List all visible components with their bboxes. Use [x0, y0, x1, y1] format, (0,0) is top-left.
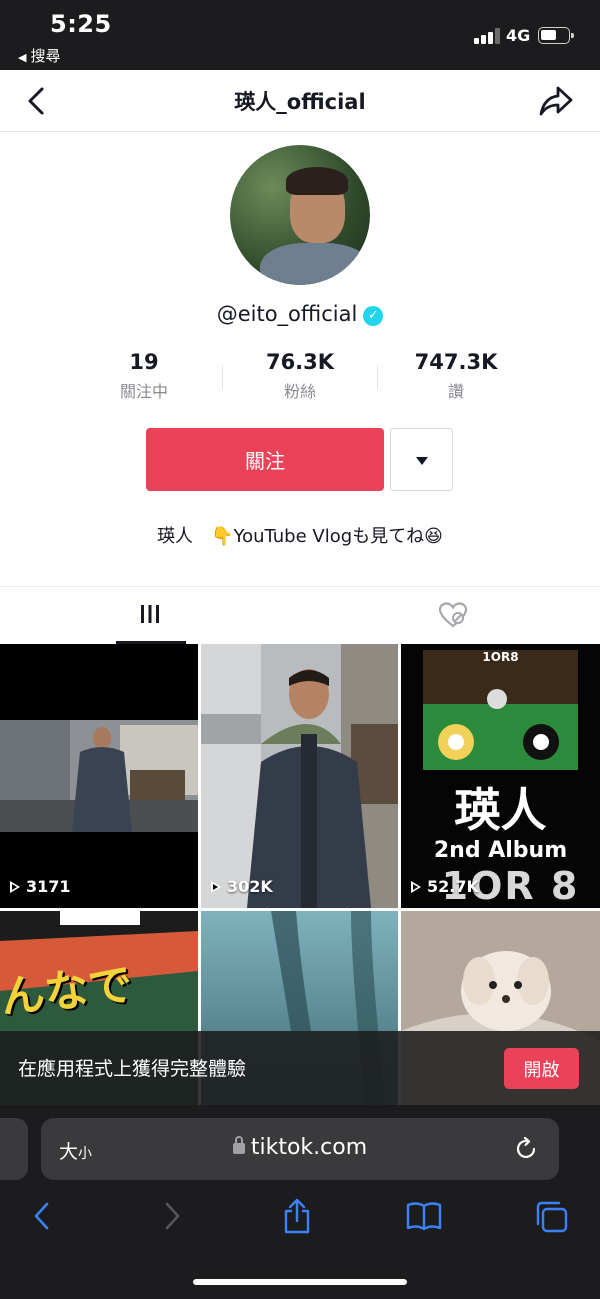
username-row: @eito_official ✓: [0, 302, 600, 326]
back-to-app-link[interactable]: ◀ 搜尋: [18, 45, 60, 66]
back-app-label: 搜尋: [30, 47, 61, 65]
reload-button[interactable]: [513, 1136, 539, 1166]
verified-check-icon: ✓: [363, 306, 384, 326]
stat-value: 747.3K: [414, 350, 498, 374]
lock-icon: [232, 1136, 245, 1154]
hidden-heart-icon: [438, 602, 468, 628]
banner-text: 在應用程式上獲得完整體驗: [18, 1058, 247, 1080]
video-thumbnail[interactable]: 302K: [201, 644, 398, 908]
album-top-text: 1OR8: [482, 650, 519, 664]
stat-value: 19: [129, 350, 159, 374]
stat-divider: [377, 365, 378, 389]
browser-toolbar: 大小 tiktok.com: [0, 1105, 600, 1299]
grid-icon: [141, 605, 159, 623]
network-type: 4G: [506, 26, 531, 45]
view-count: 52.7K: [411, 877, 479, 896]
video-cover-image: [0, 720, 198, 832]
tabs-icon: [536, 1201, 568, 1233]
play-icon: [10, 881, 20, 893]
view-count: 3171: [10, 877, 71, 896]
status-time: 5:25: [50, 10, 112, 38]
bookmarks-button[interactable]: [405, 1200, 443, 1236]
share-button[interactable]: [538, 84, 574, 122]
app-header: 瑛人_official: [0, 70, 600, 132]
book-icon: [406, 1202, 442, 1231]
share-icon: [284, 1198, 310, 1234]
open-in-app-banner: 在應用程式上獲得完整體驗 開啟: [0, 1031, 600, 1105]
stat-value: 76.3K: [265, 350, 335, 374]
avatar[interactable]: [230, 145, 370, 285]
album-artist-text: 瑛人: [454, 783, 547, 837]
tab-videos[interactable]: [0, 587, 300, 645]
share-arrow-icon: [539, 86, 573, 116]
reload-icon: [516, 1136, 536, 1159]
open-app-button[interactable]: 開啟: [504, 1048, 579, 1089]
back-triangle-icon: ◀: [18, 51, 27, 64]
stat-following[interactable]: 19 關注中: [74, 350, 214, 402]
stat-likes[interactable]: 747.3K 讚: [386, 350, 526, 402]
chevron-left-icon: [34, 1202, 49, 1230]
view-count: 302K: [211, 877, 273, 896]
browser-back-button[interactable]: [30, 1200, 54, 1236]
address-bar[interactable]: 大小 tiktok.com: [41, 1118, 559, 1180]
play-icon: [211, 881, 221, 893]
video-thumbnail[interactable]: 1OR8 瑛人 2nd Album 1OR 8 52.7K: [401, 644, 600, 908]
caret-down-icon: [416, 457, 428, 465]
tabs-button[interactable]: [534, 1200, 570, 1238]
suggested-accounts-button[interactable]: [390, 428, 453, 491]
tab-liked[interactable]: [300, 587, 600, 645]
video-thumbnail[interactable]: 3171: [0, 644, 198, 908]
follow-button[interactable]: 關注: [146, 428, 384, 491]
previous-tab-stub[interactable]: [0, 1118, 28, 1180]
stat-followers[interactable]: 76.3K 粉絲: [230, 350, 370, 402]
video-cover-image: [201, 644, 398, 908]
stat-divider: [222, 365, 223, 389]
battery-icon: [538, 27, 574, 44]
share-button[interactable]: [282, 1197, 312, 1239]
status-bar: 5:25 ◀ 搜尋 4G: [0, 0, 600, 70]
url-field[interactable]: tiktok.com: [41, 1135, 559, 1160]
stat-label: 關注中: [119, 382, 168, 401]
play-icon: [411, 881, 421, 893]
home-indicator: [193, 1279, 407, 1285]
stat-label: 讚: [447, 382, 464, 401]
browser-forward-button[interactable]: [160, 1200, 184, 1236]
username: @eito_official: [216, 302, 358, 326]
bio: 瑛人 👇YouTube Vlogも見てね😆: [157, 526, 443, 547]
album-subtitle-text: 2nd Album: [433, 838, 568, 863]
url-text: tiktok.com: [250, 1135, 368, 1160]
stat-label: 粉絲: [283, 382, 316, 401]
page-title: 瑛人_official: [234, 90, 366, 114]
cellular-signal-icon: [474, 28, 502, 44]
profile-section: @eito_official ✓ 19 關注中 76.3K 粉絲 747.3K 讚…: [0, 132, 600, 644]
content-tabs: [0, 586, 600, 644]
chevron-right-icon: [165, 1202, 180, 1230]
